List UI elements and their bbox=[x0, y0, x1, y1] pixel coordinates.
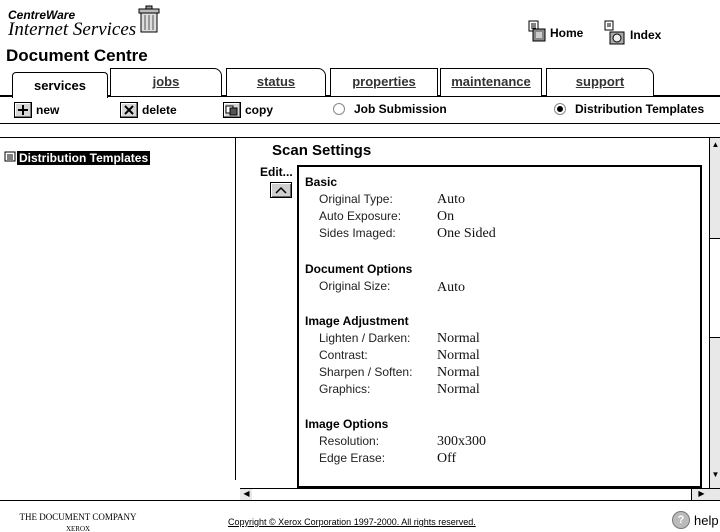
setting-label: Resolution: bbox=[319, 434, 380, 448]
group-heading: Basic bbox=[305, 175, 338, 189]
new-button[interactable]: new bbox=[14, 102, 59, 118]
job-submission-option[interactable]: Job Submission bbox=[333, 102, 447, 116]
tab-properties[interactable]: properties bbox=[330, 68, 438, 96]
scroll-right-icon[interactable]: ▶ bbox=[696, 489, 707, 499]
job-submission-label: Job Submission bbox=[354, 102, 447, 116]
help-link[interactable]: ? help bbox=[672, 511, 719, 529]
setting-value: Normal bbox=[437, 382, 480, 397]
delete-button[interactable]: delete bbox=[120, 102, 177, 118]
setting-label: Original Size: bbox=[319, 279, 391, 293]
group-heading: Document Options bbox=[305, 262, 413, 276]
xerox-company-logo: THE DOCUMENT COMPANY XEROX bbox=[8, 511, 148, 532]
plus-icon bbox=[14, 102, 32, 118]
toolbar-divider-top bbox=[0, 123, 720, 124]
header: CentreWare Internet Services Document Ce… bbox=[0, 0, 720, 65]
home-icon bbox=[528, 20, 546, 45]
setting-value: Off bbox=[437, 451, 457, 466]
edit-label: Edit... bbox=[260, 165, 293, 179]
vertical-scroll-thumb[interactable] bbox=[710, 238, 720, 338]
tab-services[interactable]: services bbox=[12, 72, 108, 98]
group-heading: Image Options bbox=[305, 417, 389, 431]
footer: THE DOCUMENT COMPANY XEROX Copyright © X… bbox=[0, 500, 720, 532]
tab-bar: services jobs status properties maintena… bbox=[0, 62, 720, 98]
setting-value: 300x300 bbox=[437, 434, 486, 449]
setting-value: Normal bbox=[437, 348, 480, 363]
setting-value: Auto bbox=[437, 192, 465, 207]
setting-value: Auto bbox=[437, 280, 465, 295]
delete-label: delete bbox=[142, 103, 177, 117]
tab-support[interactable]: support bbox=[546, 68, 654, 96]
distribution-templates-radio[interactable] bbox=[554, 103, 566, 115]
horizontal-scroll-thumb[interactable] bbox=[252, 489, 692, 500]
company-line: THE DOCUMENT COMPANY bbox=[19, 512, 137, 522]
tree-item-label: Distribution Templates bbox=[17, 150, 151, 165]
template-folder-icon bbox=[4, 150, 16, 165]
distribution-templates-label: Distribution Templates bbox=[575, 102, 705, 116]
job-submission-radio[interactable] bbox=[333, 103, 345, 115]
settings-box: Basic Original Type: Auto Auto Exposure:… bbox=[297, 165, 702, 488]
toolbar: new delete copy Job Submission Distribut… bbox=[0, 98, 720, 122]
setting-label: Contrast: bbox=[319, 348, 368, 362]
tab-status[interactable]: status bbox=[226, 68, 326, 96]
scroll-left-icon[interactable]: ◀ bbox=[241, 489, 252, 499]
setting-value: Normal bbox=[437, 365, 480, 380]
xerox-wordmark: XEROX bbox=[65, 525, 91, 532]
brand-main: Internet Services bbox=[8, 19, 137, 40]
scan-settings-panel: Scan Settings Edit... Basic Original Typ… bbox=[238, 138, 720, 488]
group-heading: Image Adjustment bbox=[305, 314, 409, 328]
x-icon bbox=[120, 102, 138, 118]
section-title: Scan Settings bbox=[272, 142, 372, 159]
vertical-scrollbar[interactable]: ▲ ▼ bbox=[709, 138, 720, 490]
setting-value: Normal bbox=[437, 331, 480, 346]
tab-jobs[interactable]: jobs bbox=[110, 68, 222, 96]
setting-label: Edge Erase: bbox=[319, 451, 386, 465]
copyright-link[interactable]: Copyright © Xerox Corporation 1997-2000.… bbox=[228, 517, 476, 527]
tree-item-distribution-templates[interactable]: Distribution Templates bbox=[4, 150, 151, 165]
index-label: Index bbox=[630, 27, 662, 42]
trash-can-logo-icon bbox=[138, 4, 160, 39]
setting-label: Sides Imaged: bbox=[319, 226, 396, 240]
copy-button[interactable]: copy bbox=[223, 102, 273, 118]
setting-label: Sharpen / Soften: bbox=[319, 365, 413, 379]
setting-label: Original Type: bbox=[319, 192, 393, 206]
edit-button[interactable] bbox=[270, 182, 292, 198]
new-label: new bbox=[36, 103, 60, 117]
index-link[interactable]: Index bbox=[604, 20, 661, 49]
help-icon: ? bbox=[672, 511, 690, 529]
index-icon bbox=[604, 20, 626, 49]
tree-panel: Distribution Templates bbox=[0, 138, 236, 480]
copy-icon bbox=[223, 102, 241, 118]
home-link[interactable]: Home bbox=[528, 20, 583, 45]
setting-value: On bbox=[437, 209, 455, 224]
distribution-templates-option[interactable]: Distribution Templates bbox=[554, 102, 704, 116]
scroll-down-icon[interactable]: ▼ bbox=[710, 470, 720, 480]
tab-maintenance[interactable]: maintenance bbox=[440, 68, 542, 96]
setting-label: Lighten / Darken: bbox=[319, 331, 411, 345]
setting-label: Auto Exposure: bbox=[319, 209, 402, 223]
collapse-icon bbox=[275, 186, 287, 194]
copy-label: copy bbox=[245, 103, 274, 117]
home-label: Home bbox=[550, 25, 584, 40]
help-label: help bbox=[694, 512, 719, 528]
horizontal-scrollbar[interactable]: ◀ ▶ bbox=[240, 488, 720, 500]
scroll-up-icon[interactable]: ▲ bbox=[710, 140, 720, 150]
setting-label: Graphics: bbox=[319, 382, 371, 396]
setting-value: One Sided bbox=[437, 226, 496, 241]
